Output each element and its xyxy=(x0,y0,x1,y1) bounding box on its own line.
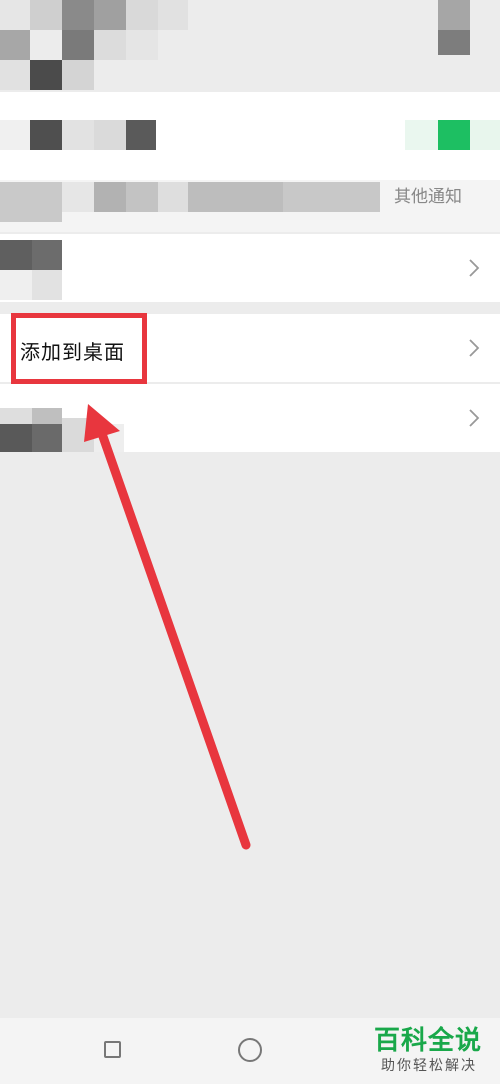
watermark-brand: 百科全说 xyxy=(374,1026,483,1056)
watermark-tagline: 助你轻松解决 xyxy=(381,1058,477,1074)
nav-home-icon[interactable] xyxy=(238,1038,262,1062)
annotation-arrow xyxy=(84,404,251,850)
nav-recent-icon[interactable] xyxy=(104,1041,121,1058)
